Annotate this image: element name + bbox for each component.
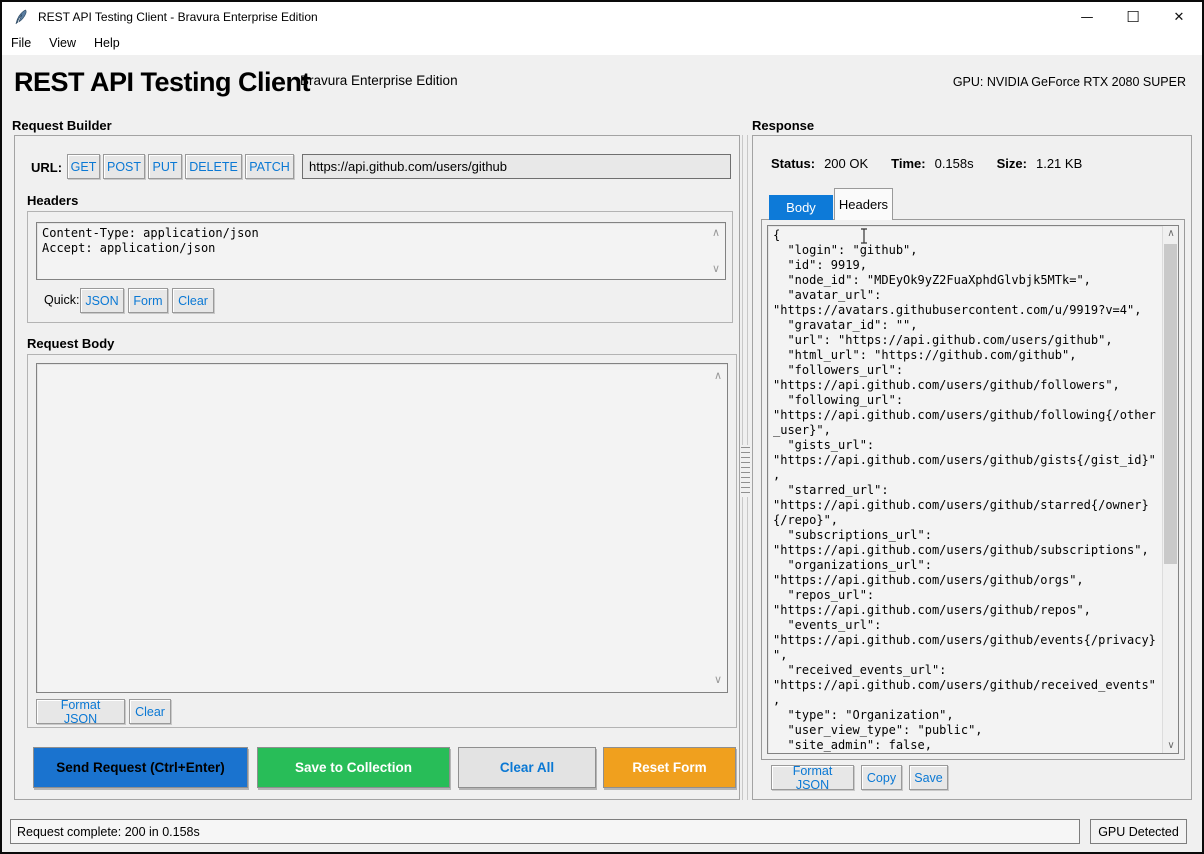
request-builder-title: Request Builder	[12, 118, 112, 133]
format-json-button[interactable]: Format JSON	[36, 699, 125, 724]
method-delete-button[interactable]: DELETE	[185, 154, 242, 179]
copy-button[interactable]: Copy	[861, 765, 902, 790]
quick-form-button[interactable]: Form	[128, 288, 168, 313]
headers-textarea-wrap: Content-Type: application/json Accept: a…	[36, 222, 726, 280]
window-title: REST API Testing Client - Bravura Enterp…	[38, 10, 318, 24]
time-label: Time:	[891, 156, 925, 171]
request-body-title: Request Body	[27, 336, 114, 351]
headers-section-title: Headers	[27, 193, 78, 208]
request-body-frame: ∧ ∨ Format JSON Clear	[27, 354, 737, 728]
clear-body-button[interactable]: Clear	[129, 699, 171, 724]
scroll-down-icon[interactable]: ∨	[1163, 738, 1179, 753]
python-feather-icon	[14, 9, 30, 25]
response-status-row: Status: 200 OK Time: 0.158s Size: 1.21 K…	[771, 156, 1082, 171]
scrollbar-thumb[interactable]	[1164, 244, 1177, 564]
size-value: 1.21 KB	[1036, 156, 1082, 171]
gpu-detected-button[interactable]: GPU Detected	[1090, 819, 1187, 844]
app-header: REST API Testing Client Bravura Enterpri…	[2, 55, 1202, 113]
size-label: Size:	[997, 156, 1027, 171]
headers-input[interactable]: Content-Type: application/json Accept: a…	[37, 223, 725, 279]
page-title: REST API Testing Client	[14, 67, 310, 98]
quick-label: Quick:	[44, 293, 79, 307]
status-message-text: Request complete: 200 in 0.158s	[17, 825, 200, 839]
status-label: Status:	[771, 156, 815, 171]
reset-form-button[interactable]: Reset Form	[603, 747, 736, 788]
minimize-icon[interactable]: —	[1064, 2, 1110, 32]
method-post-button[interactable]: POST	[103, 154, 145, 179]
close-icon[interactable]: ✕	[1156, 2, 1202, 32]
window-controls: — ☐ ✕	[1064, 2, 1202, 32]
quick-json-button[interactable]: JSON	[80, 288, 124, 313]
clear-all-button[interactable]: Clear All	[458, 747, 596, 788]
response-body-text[interactable]: { "login": "github", "id": 9919, "node_i…	[768, 226, 1161, 754]
send-request-button[interactable]: Send Request (Ctrl+Enter)	[33, 747, 248, 788]
panel-splitter[interactable]	[742, 135, 748, 800]
scroll-down-icon[interactable]: ∨	[712, 674, 724, 686]
scroll-up-icon[interactable]: ∧	[710, 227, 722, 239]
response-tab-pane: { "login": "github", "id": 9919, "node_i…	[761, 219, 1185, 760]
gpu-info-label: GPU: NVIDIA GeForce RTX 2080 SUPER	[953, 75, 1186, 89]
headers-frame: Content-Type: application/json Accept: a…	[27, 211, 733, 323]
menu-bar: File View Help	[2, 32, 1202, 55]
tab-body[interactable]: Body	[769, 195, 833, 220]
request-body-input[interactable]	[37, 364, 727, 692]
body-textarea-wrap: ∧ ∨	[36, 363, 728, 693]
time-value: 0.158s	[935, 156, 974, 171]
status-message: Request complete: 200 in 0.158s	[10, 819, 1080, 844]
method-get-button[interactable]: GET	[67, 154, 100, 179]
url-label: URL:	[31, 160, 62, 175]
save-to-collection-button[interactable]: Save to Collection	[257, 747, 450, 788]
format-json-response-button[interactable]: Format JSON	[771, 765, 854, 790]
response-panel: Status: 200 OK Time: 0.158s Size: 1.21 K…	[752, 135, 1192, 800]
save-button[interactable]: Save	[909, 765, 948, 790]
scroll-down-icon[interactable]: ∨	[710, 263, 722, 275]
request-builder-panel: URL: GET POST PUT DELETE PATCH Headers C…	[14, 135, 740, 800]
method-put-button[interactable]: PUT	[148, 154, 182, 179]
tab-headers[interactable]: Headers	[834, 188, 893, 220]
menu-view[interactable]: View	[40, 33, 85, 53]
app-window: REST API Testing Client - Bravura Enterp…	[0, 0, 1204, 854]
url-input[interactable]	[302, 154, 731, 179]
menu-help[interactable]: Help	[85, 33, 129, 53]
method-patch-button[interactable]: PATCH	[245, 154, 294, 179]
menu-file[interactable]: File	[2, 33, 40, 53]
response-title: Response	[752, 118, 814, 133]
maximize-icon[interactable]: ☐	[1110, 2, 1156, 32]
title-bar: REST API Testing Client - Bravura Enterp…	[2, 2, 1202, 32]
edition-subtitle: Bravura Enterprise Edition	[300, 73, 458, 88]
response-body-wrap: { "login": "github", "id": 9919, "node_i…	[767, 225, 1179, 754]
quick-clear-button[interactable]: Clear	[172, 288, 214, 313]
scroll-up-icon[interactable]: ∧	[1163, 226, 1179, 241]
status-value: 200 OK	[824, 156, 868, 171]
splitter-grip-icon	[741, 445, 750, 497]
response-scrollbar[interactable]: ∧ ∨	[1162, 226, 1178, 753]
scroll-up-icon[interactable]: ∧	[712, 370, 724, 382]
